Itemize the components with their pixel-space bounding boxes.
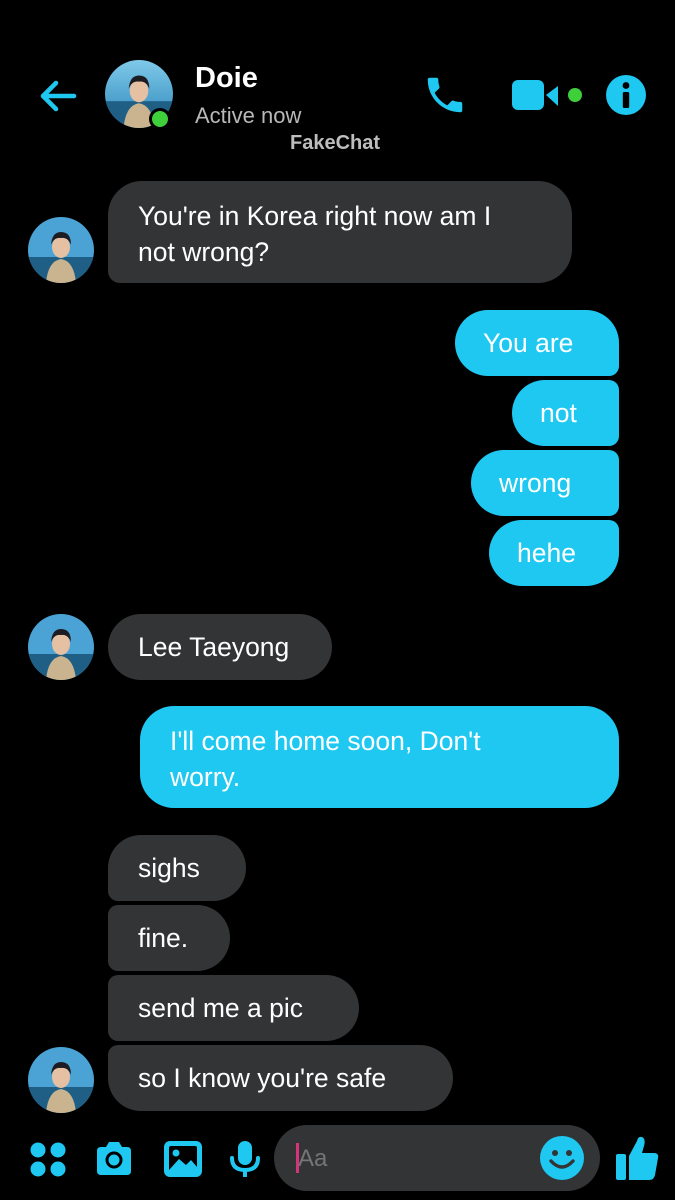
message-text: fine.: [138, 923, 189, 953]
call-button[interactable]: [422, 72, 468, 118]
message-text: not: [540, 398, 577, 428]
back-arrow-icon: [40, 80, 77, 112]
emoji-button[interactable]: [539, 1135, 585, 1181]
message-text: You are: [483, 328, 574, 358]
camera-button[interactable]: [92, 1137, 136, 1181]
message-bubble-incoming[interactable]: fine.: [108, 905, 230, 971]
online-indicator: [149, 108, 171, 130]
voice-message-button[interactable]: [223, 1137, 267, 1181]
info-icon: [606, 75, 646, 115]
camera-icon: [97, 1142, 131, 1175]
video-camera-icon: [512, 80, 582, 110]
message-bubble-outgoing[interactable]: wrong: [471, 450, 619, 516]
info-button[interactable]: [604, 73, 648, 117]
message-text: wrong: [499, 468, 572, 498]
more-actions-button[interactable]: [26, 1137, 70, 1181]
microphone-icon: [230, 1141, 260, 1177]
contact-name[interactable]: Doie: [195, 62, 258, 95]
watermark: FakeChat: [290, 132, 381, 154]
video-call-button[interactable]: [510, 76, 586, 116]
message-bubble-incoming[interactable]: You're in Korea right now am I not wrong…: [108, 181, 572, 283]
gallery-button[interactable]: [161, 1137, 205, 1181]
message-bubble-incoming[interactable]: Lee Taeyong: [108, 614, 332, 680]
thumbs-up-icon: [616, 1136, 659, 1180]
emoji-icon: [540, 1136, 584, 1180]
like-button[interactable]: [613, 1133, 661, 1183]
message-bubble-outgoing[interactable]: hehe: [489, 520, 619, 586]
message-text: I'll come home soon, Don't: [170, 726, 481, 756]
message-text: sighs: [138, 853, 200, 883]
message-text: Lee Taeyong: [138, 632, 290, 662]
message-bubble-incoming[interactable]: sighs: [108, 835, 246, 901]
back-button[interactable]: [36, 74, 80, 118]
message-text: You're in Korea right now am I: [138, 201, 492, 231]
message-text: not wrong?: [138, 237, 270, 267]
message-text: send me a pic: [138, 993, 303, 1023]
message-bubble-outgoing[interactable]: I'll come home soon, Don't worry.: [140, 706, 619, 808]
message-bubble-outgoing[interactable]: not: [512, 380, 619, 446]
message-bubble-incoming[interactable]: send me a pic: [108, 975, 359, 1041]
image-icon: [164, 1141, 202, 1177]
message-text: worry.: [170, 762, 241, 792]
sender-avatar[interactable]: [28, 217, 94, 283]
sender-avatar[interactable]: [28, 1047, 94, 1113]
message-input[interactable]: [296, 1125, 520, 1193]
message-bubble-outgoing[interactable]: You are: [455, 310, 619, 376]
phone-icon: [427, 77, 463, 113]
message-text: hehe: [517, 538, 576, 568]
message-text: so I know you're safe: [138, 1063, 387, 1093]
message-bubble-incoming[interactable]: so I know you're safe: [108, 1045, 453, 1111]
active-status: Active now: [195, 103, 302, 128]
apps-grid-icon: [30, 1142, 66, 1177]
sender-avatar[interactable]: [28, 614, 94, 680]
